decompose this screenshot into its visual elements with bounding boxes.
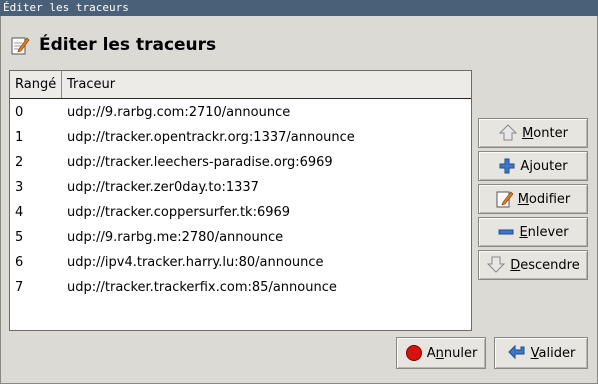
move-up-label: onter [533,125,568,141]
table-row[interactable]: 4 udp://tracker.coppersurfer.tk:6969 [10,200,471,225]
rank-cell: 5 [15,230,24,245]
rank-cell: 1 [15,130,24,145]
rank-cell: 0 [15,105,24,120]
mnemonic: E [519,224,528,240]
table-row[interactable]: 0 udp://9.rarbg.com:2710/announce [10,100,471,125]
add-button[interactable]: Ajouter [478,151,588,181]
edit-button[interactable]: Modifier [478,184,588,214]
mnemonic: n [435,345,444,361]
arrow-down-icon [487,256,506,273]
remove-label: nlever [527,224,569,240]
add-label: outer [532,158,568,174]
move-up-button[interactable]: Monter [478,118,588,148]
dialog-header: Éditer les traceurs [10,34,216,56]
window-title: Éditer les traceurs [3,1,129,14]
mnemonic: M [522,125,534,141]
rank-cell: 7 [15,280,24,295]
mnemonic: M [517,191,529,207]
edit-document-icon [11,37,30,55]
add-label-start: A [520,158,530,174]
tracker-cell: udp://9.rarbg.me:2780/announce [67,230,284,245]
rank-cell: 2 [15,155,24,170]
move-down-button[interactable]: Descendre [478,250,588,280]
cancel-label-start: A [426,345,436,361]
remove-button[interactable]: Enlever [478,217,588,247]
trackers-list[interactable]: Rangé Traceur 0 udp://9.rarbg.com:2710/an… [9,70,472,331]
cancel-icon [405,345,422,361]
tracker-cell: udp://tracker.opentrackr.org:1337/announ… [67,130,355,145]
column-header-tracker[interactable]: Traceur [62,71,471,98]
ok-label: alider [538,345,576,361]
table-row[interactable]: 6 udp://ipv4.tracker.harry.lu:80/announce [10,250,471,275]
rank-cell: 3 [15,180,24,195]
tracker-cell: udp://tracker.zer0day.to:1337 [67,180,259,195]
edit-icon [496,191,514,208]
table-row[interactable]: 7 udp://tracker.trackerfix.com:85/announc… [10,275,471,300]
tracker-cell: udp://tracker.trackerfix.com:85/announce [67,280,337,295]
move-down-label: escendre [520,257,580,273]
cancel-button[interactable]: Annuler [396,337,486,369]
cancel-label: nuler [443,345,478,361]
back-arrow-icon [507,344,525,360]
window-titlebar: Éditer les traceurs [0,0,598,16]
table-row[interactable]: 2 udp://tracker.leechers-paradise.org:696… [10,150,471,175]
tracker-cell: udp://tracker.leechers-paradise.org:6969 [67,155,333,170]
rank-cell: 4 [15,205,24,220]
table-row[interactable]: 3 udp://tracker.zer0day.to:1337 [10,175,471,200]
plus-icon [499,158,515,174]
table-row[interactable]: 5 udp://9.rarbg.me:2780/announce [10,225,471,250]
mnemonic: V [530,345,539,361]
column-header-rank[interactable]: Rangé [10,71,62,98]
tracker-cell: udp://9.rarbg.com:2710/announce [67,105,291,120]
rank-cell: 6 [15,255,24,270]
arrow-up-icon [498,124,518,141]
list-header: Rangé Traceur [10,71,471,99]
minus-icon [498,229,514,235]
dialog-heading: Éditer les traceurs [39,35,217,55]
mnemonic: D [510,257,521,273]
ok-button[interactable]: Valider [494,337,588,369]
table-row[interactable]: 1 udp://tracker.opentrackr.org:1337/annou… [10,125,471,150]
tracker-cell: udp://tracker.coppersurfer.tk:6969 [67,205,291,220]
edit-label: odifier [528,191,571,207]
tracker-cell: udp://ipv4.tracker.harry.lu:80/announce [67,255,324,270]
